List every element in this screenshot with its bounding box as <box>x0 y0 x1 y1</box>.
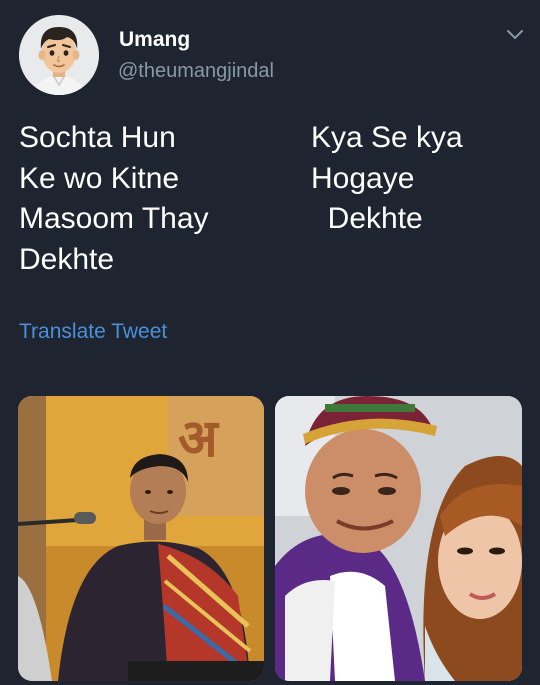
author-handle[interactable]: @theumangjindal <box>118 60 274 83</box>
chevron-down-icon[interactable] <box>504 26 526 44</box>
cartoon-boy-avatar-icon <box>19 15 99 95</box>
tweet-card[interactable]: Umang @theumangjindal Sochta Hun Ke wo K… <box>0 0 540 685</box>
translate-tweet-link[interactable]: Translate Tweet <box>19 320 167 344</box>
stage-sign-text: अ <box>178 409 220 469</box>
author-name[interactable]: Umang <box>119 28 190 52</box>
photo-selfie-couple[interactable] <box>275 396 522 681</box>
avatar[interactable] <box>19 15 99 95</box>
tweet-text-right: Kya Se kya Hogaye Dekhte <box>311 121 463 235</box>
tweet-text-left: Sochta Hun Ke wo Kitne Masoom Thay Dekht… <box>19 121 209 276</box>
photo-singer-stage[interactable]: अ <box>18 396 264 681</box>
